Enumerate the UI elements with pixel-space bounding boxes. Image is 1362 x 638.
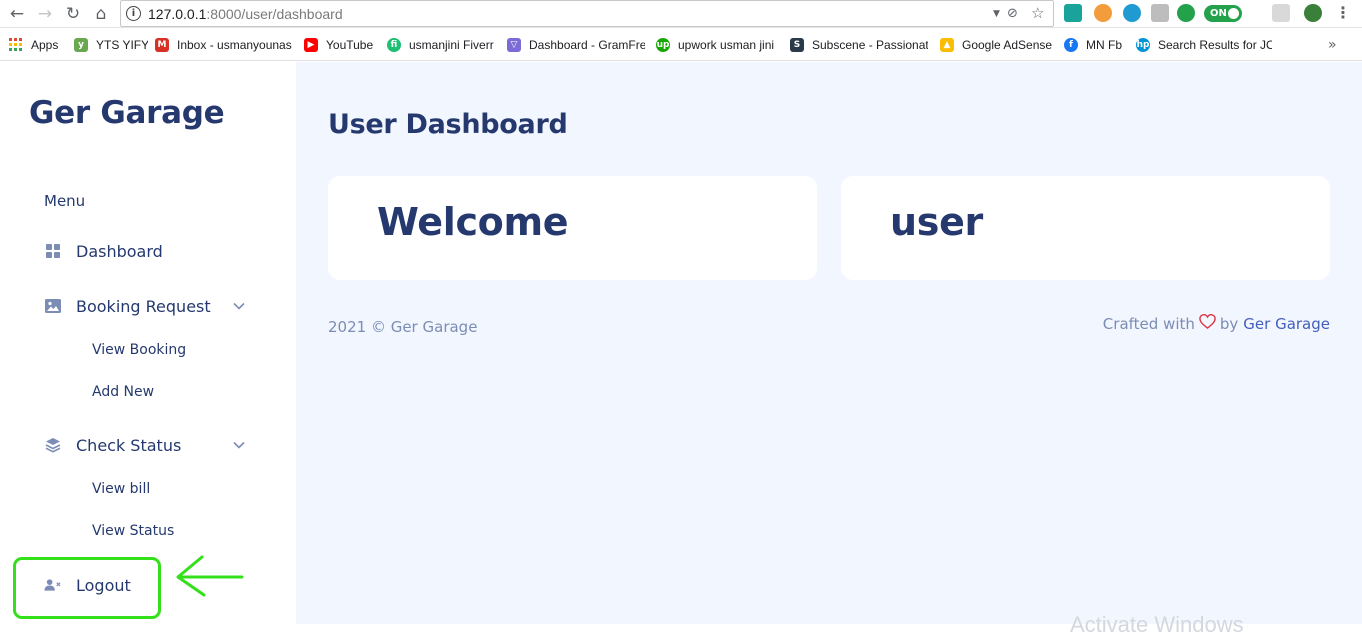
sidebar-subitem-view-status[interactable]: View Status	[92, 523, 174, 539]
bookmark-item[interactable]: f MN Fb	[1064, 36, 1128, 54]
yts-icon: y	[74, 38, 88, 52]
pdf-extension-icon[interactable]	[1272, 4, 1290, 22]
sidebar-subitem-add-new[interactable]: Add New	[92, 384, 154, 400]
sidebar-subitem-view-booking[interactable]: View Booking	[92, 342, 186, 358]
extension-toggle[interactable]: ON	[1204, 5, 1242, 22]
globe-extension-icon[interactable]	[1304, 4, 1322, 22]
sidebar: Ger Garage Menu Dashboard Booking Reques…	[0, 62, 296, 624]
footer-copyright: 2021 © Ger Garage	[328, 318, 478, 336]
footer-crafted-text: Crafted with	[1102, 315, 1195, 333]
bookmark-item[interactable]: hp Search Results for JOB	[1136, 36, 1272, 54]
url-text[interactable]: 127.0.0.1:8000/user/dashboard	[148, 6, 343, 22]
sidebar-item-dashboard[interactable]: Dashboard	[44, 239, 163, 263]
bookmark-star-icon[interactable]: ☆	[1031, 4, 1044, 22]
annotation-arrow-icon	[176, 555, 244, 597]
chevron-down-icon[interactable]	[232, 438, 246, 452]
windows-activation-watermark: Activate Windows	[1070, 612, 1244, 637]
back-arrow-icon[interactable]: ←	[6, 3, 28, 25]
headphones-extension-icon[interactable]	[1123, 4, 1141, 22]
bookmark-item[interactable]: ▽ Dashboard - GramFre	[507, 36, 645, 54]
youtube-icon: ▶	[304, 38, 318, 52]
blocked-cookie-icon[interactable]: ⊘	[1007, 6, 1018, 21]
hp-icon: hp	[1136, 38, 1150, 52]
grid-icon	[44, 243, 61, 260]
gmail-icon: M	[155, 38, 169, 52]
heart-icon	[1199, 313, 1216, 329]
bookmark-item[interactable]: y YTS YIFY	[74, 36, 148, 54]
welcome-card: Welcome	[328, 176, 817, 280]
cookie-extension-icon[interactable]	[1094, 4, 1112, 22]
page-title: User Dashboard	[328, 109, 568, 140]
browser-toolbar: ← → ↻ ⌂ i 127.0.0.1:8000/user/dashboard …	[0, 0, 1362, 28]
fiverr-icon: fi	[387, 38, 401, 52]
bookmark-item[interactable]: M Inbox - usmanyounas	[155, 36, 292, 54]
menu-title: Menu	[44, 192, 86, 210]
site-info-icon[interactable]: i	[126, 6, 141, 21]
sidebar-item-label: Booking Request	[76, 296, 211, 316]
download-manager-icon[interactable]	[1177, 4, 1195, 22]
sidebar-item-label: Check Status	[76, 435, 182, 455]
chevron-down-icon[interactable]	[232, 299, 246, 313]
gramfree-icon: ▽	[507, 38, 521, 52]
bookmark-item[interactable]: ▲ Google AdSense	[940, 36, 1055, 54]
facebook-icon: f	[1064, 38, 1078, 52]
bookmark-item[interactable]: fi usmanjini Fiverr	[387, 36, 497, 54]
footer-credits: Crafted with by Ger Garage	[1102, 313, 1330, 333]
sidebar-item-booking-request[interactable]: Booking Request	[44, 294, 211, 318]
more-bookmarks-icon[interactable]: »	[1328, 37, 1337, 53]
footer-by-text: by	[1219, 315, 1239, 333]
bookmark-item[interactable]: Apps	[9, 36, 69, 54]
reload-icon[interactable]: ↻	[62, 3, 84, 25]
bookmark-item[interactable]: ▶ YouTube	[304, 36, 380, 54]
page: Ger Garage Menu Dashboard Booking Reques…	[0, 62, 1362, 637]
camera-extension-icon[interactable]	[1064, 4, 1082, 22]
apps-grid-icon	[9, 38, 23, 52]
main-content: User Dashboard Welcome user 2021 © Ger G…	[296, 62, 1362, 637]
sidebar-item-check-status[interactable]: Check Status	[44, 433, 181, 457]
download-extension-icon[interactable]	[1151, 4, 1169, 22]
adsense-icon: ▲	[940, 38, 954, 52]
dropdown-caret-icon[interactable]: ▼	[993, 9, 1000, 19]
sidebar-subitem-view-bill[interactable]: View bill	[92, 481, 150, 497]
bookmark-item[interactable]: up upwork usman jini	[656, 36, 781, 54]
layers-icon	[44, 437, 61, 454]
card-title: Welcome	[377, 200, 569, 244]
forward-arrow-icon[interactable]: →	[34, 3, 56, 25]
brand-logo[interactable]: Ger Garage	[29, 95, 225, 131]
logout-highlight-annotation	[13, 557, 161, 619]
image-icon	[44, 298, 61, 315]
home-icon[interactable]: ⌂	[90, 3, 112, 25]
upwork-icon: up	[656, 38, 670, 52]
address-bar[interactable]: i 127.0.0.1:8000/user/dashboard ▼ ⊘ ☆	[120, 0, 1054, 27]
user-card: user	[841, 176, 1330, 280]
card-title: user	[890, 200, 983, 244]
subscene-icon: S	[790, 38, 804, 52]
sidebar-item-label: Dashboard	[76, 241, 163, 261]
browser-menu-icon[interactable]: ⋮	[1335, 3, 1351, 22]
bookmarks-bar: Apps y YTS YIFY M Inbox - usmanyounas ▶ …	[0, 29, 1362, 61]
bookmark-item[interactable]: S Subscene - Passionat	[790, 36, 928, 54]
footer-link[interactable]: Ger Garage	[1243, 315, 1330, 333]
